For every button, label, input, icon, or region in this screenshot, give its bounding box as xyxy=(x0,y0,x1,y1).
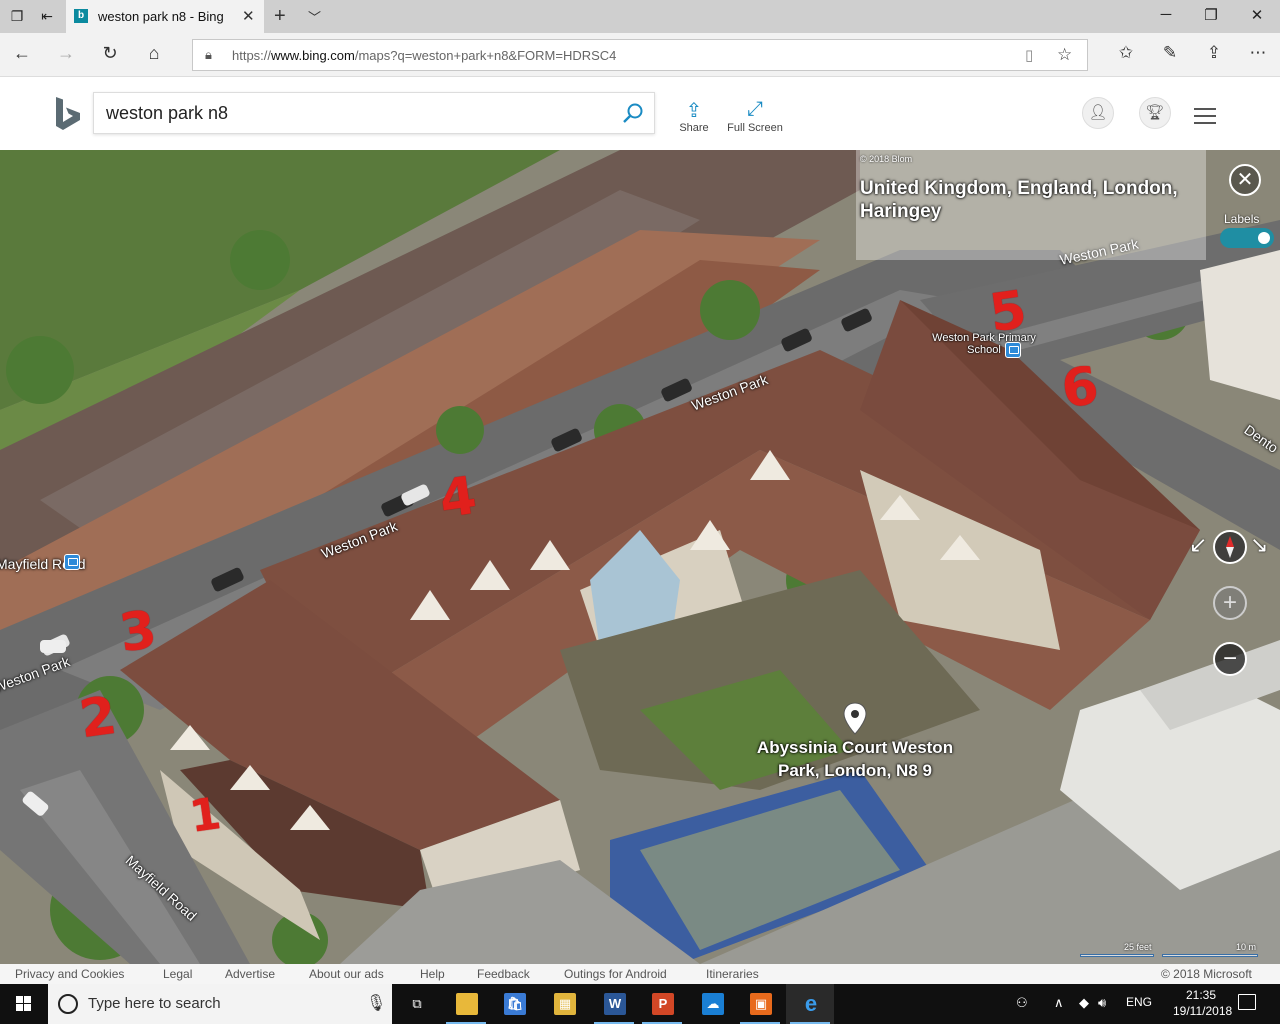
close-window-icon[interactable]: ✕ xyxy=(1247,6,1267,24)
footer-link-advertise[interactable]: Advertise xyxy=(225,967,275,981)
zoom-in-icon[interactable]: + xyxy=(1213,586,1247,620)
rewards-trophy-icon[interactable]: 🏆︎ xyxy=(1139,97,1171,129)
address-bar[interactable]: 🔒︎ https://www.bing.com/maps?q=weston+pa… xyxy=(192,39,1088,71)
more-options-icon[interactable]: ⋯ xyxy=(1246,43,1270,63)
bing-logo-icon[interactable] xyxy=(54,96,82,132)
search-icon[interactable] xyxy=(622,102,644,124)
footer-link-privacy[interactable]: Privacy and Cookies xyxy=(15,967,124,981)
pin-label[interactable]: Abyssinia Court Weston Park, London, N8 … xyxy=(742,736,968,782)
home-icon[interactable]: ⌂ xyxy=(142,43,166,64)
word-icon[interactable]: W xyxy=(590,984,638,1024)
mail-cloud-icon[interactable]: ☁︎ xyxy=(688,984,736,1024)
full-screen-label: Full Screen xyxy=(727,122,783,134)
location-pin-icon[interactable] xyxy=(842,702,868,736)
volume-icon[interactable]: 🔊︎ xyxy=(1098,995,1106,1011)
close-tab-icon[interactable]: ✕ xyxy=(242,7,255,25)
share-button[interactable]: ⇪ Share xyxy=(676,98,712,134)
close-birdseye-icon[interactable]: ✕ xyxy=(1229,164,1261,196)
taskbar-search-box[interactable]: Type here to search 🎙︎ xyxy=(48,984,392,1024)
clock-time: 21:35 xyxy=(1185,988,1217,1002)
clock-date: 19/11/2018 xyxy=(1173,1004,1233,1018)
powerpoint-icon[interactable]: P xyxy=(638,984,686,1024)
footer-copyright: © 2018 Microsoft xyxy=(1161,967,1252,981)
microphone-icon[interactable]: 🎙︎ xyxy=(366,993,386,1013)
bus-stop-icon[interactable] xyxy=(64,554,80,570)
browser-tab[interactable]: b weston park n8 - Bing M ✕ xyxy=(66,0,264,33)
school-icon[interactable] xyxy=(1005,342,1021,358)
full-screen-button[interactable]: ⤢ Full Screen xyxy=(726,98,784,134)
tab-title: weston park n8 - Bing M xyxy=(98,9,228,24)
action-center-icon[interactable] xyxy=(1238,994,1256,1010)
imagery-copyright: © 2018 Blom xyxy=(860,154,913,164)
favorites-hub-icon[interactable]: ✩ xyxy=(1114,43,1138,63)
browser-nav-bar: ← → ↻ ⌂ 🔒︎ https://www.bing.com/maps?q=w… xyxy=(0,33,1280,77)
task-view-icon[interactable]: ⧉ xyxy=(392,984,440,1024)
lock-icon: 🔒︎ xyxy=(205,47,212,62)
browser-tab-strip: ❐ ⇤ b weston park n8 - Bing M ✕ + ﹀ ─ ❐ … xyxy=(0,0,1280,33)
location-info-panel: © 2018 Blom United Kingdom, England, Lon… xyxy=(856,150,1206,260)
share-label: Share xyxy=(679,122,709,134)
footer-link-feedback[interactable]: Feedback xyxy=(477,967,530,981)
toggle-knob xyxy=(1258,232,1270,244)
full-screen-icon: ⤢ xyxy=(747,98,763,120)
restore-icon[interactable]: ❐ xyxy=(1201,6,1221,24)
reading-view-icon[interactable]: ▯ xyxy=(1025,46,1033,64)
footer-link-help[interactable]: Help xyxy=(420,967,445,981)
rotate-right-icon[interactable]: ↘ xyxy=(1250,532,1268,558)
compass-icon[interactable] xyxy=(1213,530,1247,564)
minimize-icon[interactable]: ─ xyxy=(1156,6,1176,23)
language-indicator[interactable]: ENG xyxy=(1126,995,1152,1009)
dropbox-icon[interactable]: ◆ xyxy=(1079,995,1089,1011)
show-hidden-icons-icon[interactable]: ∧ xyxy=(1054,995,1064,1011)
bing-favicon-icon: b xyxy=(74,9,88,23)
windows-start-icon[interactable] xyxy=(0,984,48,1024)
file-explorer-icon[interactable] xyxy=(442,984,490,1024)
scale-meters-label: 10 m xyxy=(1236,942,1257,952)
forward-icon[interactable]: → xyxy=(54,43,78,64)
windows-taskbar: Type here to search 🎙︎ ⧉ 🛍︎ ▦ W P ☁︎ ▣ e… xyxy=(0,984,1280,1024)
taskbar-clock[interactable]: 21:35 19/11/2018 xyxy=(1173,987,1233,1019)
refresh-icon[interactable]: ↻ xyxy=(98,43,122,64)
new-tab-icon[interactable]: + xyxy=(274,5,286,28)
set-tabs-aside-icon[interactable]: ⇤ xyxy=(38,8,56,24)
favorite-star-icon[interactable]: ☆ xyxy=(1057,45,1072,65)
back-icon[interactable]: ← xyxy=(10,43,34,64)
search-input[interactable]: weston park n8 xyxy=(106,103,228,124)
office-app-icon[interactable]: ▣ xyxy=(736,984,784,1024)
hamburger-menu-icon[interactable] xyxy=(1194,108,1216,129)
footer-link-outings[interactable]: Outings for Android xyxy=(564,967,667,981)
footer-link-legal[interactable]: Legal xyxy=(163,967,192,981)
scale-bar: 25 feet 10 m xyxy=(1080,940,1260,960)
scale-meters-bar xyxy=(1162,954,1258,957)
zoom-out-icon[interactable]: − xyxy=(1213,642,1247,676)
map-canvas[interactable]: Weston Park Weston Park Weston Park West… xyxy=(0,150,1280,964)
account-icon[interactable]: 👤︎ xyxy=(1082,97,1114,129)
taskbar-search-placeholder: Type here to search xyxy=(88,995,221,1012)
compass-needle-icon xyxy=(1226,536,1234,558)
footer-link-about-ads[interactable]: About our ads xyxy=(309,967,384,981)
sticky-app-icon[interactable]: ▦ xyxy=(540,984,588,1024)
scale-feet-bar xyxy=(1080,954,1154,957)
footer-link-itineraries[interactable]: Itineraries xyxy=(706,967,759,981)
share-page-icon[interactable]: ⇪ xyxy=(1202,43,1226,63)
scale-feet-label: 25 feet xyxy=(1124,942,1152,952)
store-icon[interactable]: 🛍︎ xyxy=(490,984,538,1024)
web-note-icon[interactable]: ✎ xyxy=(1158,43,1182,63)
labels-toggle-label: Labels xyxy=(1224,212,1260,226)
tab-preview-chevron-icon[interactable]: ﹀ xyxy=(308,7,321,26)
share-icon: ⇪ xyxy=(685,100,703,122)
rotate-left-icon[interactable]: ↙ xyxy=(1189,532,1207,558)
labels-toggle[interactable] xyxy=(1220,228,1274,248)
tab-manager-icon[interactable]: ❐ xyxy=(8,8,26,24)
aerial-imagery xyxy=(0,150,1280,964)
location-breadcrumb: United Kingdom, England, London, Haringe… xyxy=(860,178,1178,222)
search-box[interactable]: weston park n8 xyxy=(93,92,655,134)
cortana-icon xyxy=(58,994,78,1014)
bing-header: weston park n8 ⇪ Share ⤢ Full Screen 👤︎ … xyxy=(0,78,1280,150)
bing-footer: Privacy and Cookies Legal Advertise Abou… xyxy=(0,964,1280,984)
edge-browser-icon[interactable]: e xyxy=(786,984,834,1024)
people-icon[interactable]: ⚇ xyxy=(1016,995,1028,1011)
url-text: https://www.bing.com/maps?q=weston+park+… xyxy=(232,48,617,63)
